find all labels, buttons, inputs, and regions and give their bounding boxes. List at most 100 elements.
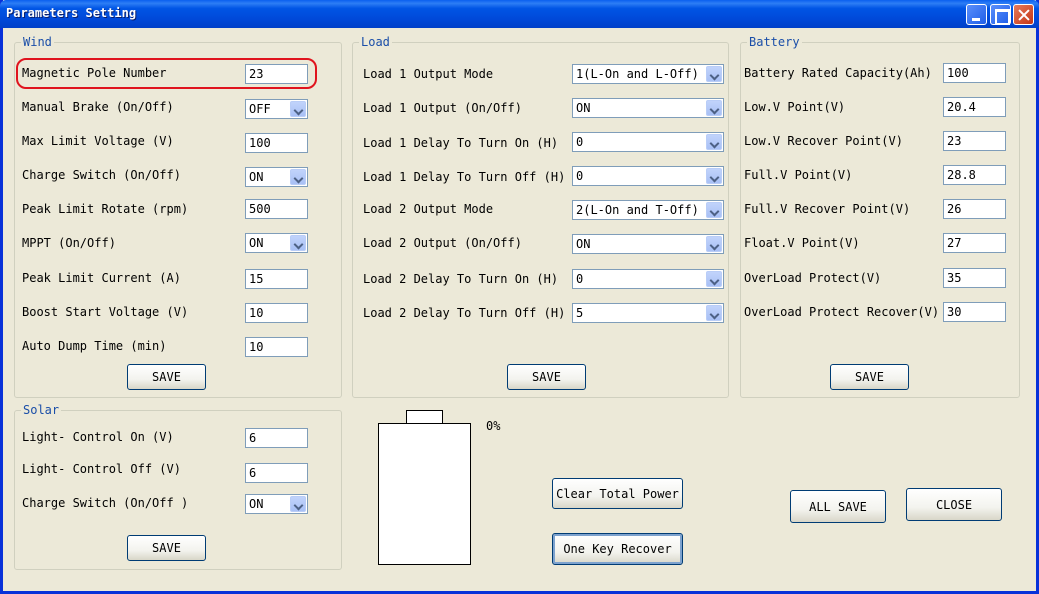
full-v-recover-label: Full.V Recover Point(V) — [744, 202, 911, 216]
rated-capacity-input[interactable]: 100 — [943, 63, 1006, 83]
load2-delay-on-value: 0 — [576, 272, 584, 286]
light-control-on-input[interactable]: 6 — [245, 428, 308, 448]
clear-total-power-button[interactable]: Clear Total Power — [552, 478, 683, 509]
maximize-icon[interactable] — [990, 4, 1011, 25]
load2-delay-off-select[interactable]: 5 — [572, 303, 724, 323]
light-control-off-input[interactable]: 6 — [245, 463, 308, 483]
peak-limit-rotate-input[interactable]: 500 — [245, 199, 308, 219]
battery-group: Battery — [740, 35, 1020, 398]
max-limit-voltage-label: Max Limit Voltage (V) — [22, 134, 174, 148]
boost-start-voltage-label: Boost Start Voltage (V) — [22, 305, 189, 319]
low-v-point-input[interactable]: 20.4 — [943, 97, 1006, 117]
load2-delay-off-label: Load 2 Delay To Turn Off (H) — [363, 306, 566, 320]
solar-charge-switch-select[interactable]: ON — [245, 494, 308, 514]
chevron-down-icon[interactable] — [290, 101, 306, 117]
mppt-label: MPPT (On/Off) — [22, 236, 116, 250]
load1-output-mode-select[interactable]: 1(L-On and L-Off) — [572, 64, 724, 84]
manual-brake-select[interactable]: OFF — [245, 99, 308, 119]
window-title: Parameters Setting — [6, 6, 137, 20]
all-save-button[interactable]: ALL SAVE — [790, 490, 886, 523]
wind-group-title: Wind — [21, 35, 54, 49]
mppt-value: ON — [249, 236, 264, 250]
float-v-point-label: Float.V Point(V) — [744, 236, 860, 250]
chevron-down-icon[interactable] — [706, 66, 722, 82]
low-v-point-label: Low.V Point(V) — [744, 100, 846, 114]
load2-output-label: Load 2 Output (On/Off) — [363, 236, 522, 250]
magnetic-pole-number-label: Magnetic Pole Number — [22, 66, 167, 80]
load2-delay-off-value: 5 — [576, 306, 584, 320]
wind-charge-switch-select[interactable]: ON — [245, 167, 308, 187]
chevron-down-icon[interactable] — [706, 100, 722, 116]
auto-dump-time-label: Auto Dump Time (min) — [22, 339, 167, 353]
chevron-down-icon[interactable] — [290, 496, 306, 512]
chevron-down-icon[interactable] — [706, 236, 722, 252]
solar-charge-switch-value: ON — [249, 497, 264, 511]
overload-protect-recover-input[interactable]: 30 — [943, 302, 1006, 322]
wind-charge-switch-label: Charge Switch (On/Off) — [22, 168, 181, 182]
manual-brake-value: OFF — [249, 102, 271, 116]
peak-limit-current-label: Peak Limit Current (A) — [22, 271, 181, 285]
wind-save-button[interactable]: SAVE — [127, 364, 206, 390]
full-v-recover-input[interactable]: 26 — [943, 199, 1006, 219]
overload-protect-recover-label: OverLoad Protect Recover(V) — [744, 305, 940, 319]
low-v-recover-input[interactable]: 23 — [943, 131, 1006, 151]
chevron-down-icon[interactable] — [706, 305, 722, 321]
overload-protect-label: OverLoad Protect(V) — [744, 271, 882, 285]
load2-delay-on-label: Load 2 Delay To Turn On (H) — [363, 272, 559, 286]
battery-percent-label: 0% — [486, 419, 501, 433]
auto-dump-time-input[interactable]: 10 — [245, 337, 308, 357]
load2-output-mode-select[interactable]: 2(L-On and T-Off) — [572, 200, 724, 220]
one-key-recover-button[interactable]: One Key Recover — [552, 533, 683, 565]
battery-save-button[interactable]: SAVE — [830, 364, 909, 390]
load1-output-mode-value: 1(L-On and L-Off) — [576, 67, 699, 81]
chevron-down-icon[interactable] — [706, 134, 722, 150]
chevron-down-icon[interactable] — [290, 169, 306, 185]
load2-output-value: ON — [576, 237, 591, 251]
rated-capacity-label: Battery Rated Capacity(Ah) — [744, 66, 932, 80]
load-group: Load — [352, 35, 729, 398]
solar-group-title: Solar — [21, 403, 62, 417]
chevron-down-icon[interactable] — [706, 168, 722, 184]
load2-output-mode-label: Load 2 Output Mode — [363, 202, 494, 216]
title-bar[interactable]: Parameters Setting — [0, 0, 1039, 28]
load2-output-select[interactable]: ON — [572, 234, 724, 254]
load1-delay-off-label: Load 1 Delay To Turn Off (H) — [363, 170, 566, 184]
light-control-off-label: Light- Control Off (V) — [22, 462, 181, 476]
close-button[interactable]: CLOSE — [906, 488, 1002, 521]
load1-output-select[interactable]: ON — [572, 98, 724, 118]
load1-delay-on-label: Load 1 Delay To Turn On (H) — [363, 136, 559, 150]
light-control-on-label: Light- Control On (V) — [22, 430, 174, 444]
solar-save-button[interactable]: SAVE — [127, 535, 206, 561]
full-v-point-label: Full.V Point(V) — [744, 168, 853, 182]
load1-output-label: Load 1 Output (On/Off) — [363, 101, 522, 115]
chevron-down-icon[interactable] — [290, 235, 306, 251]
mppt-select[interactable]: ON — [245, 233, 308, 253]
wind-charge-switch-value: ON — [249, 170, 264, 184]
boost-start-voltage-input[interactable]: 10 — [245, 303, 308, 323]
load-group-title: Load — [359, 35, 392, 49]
load1-delay-on-select[interactable]: 0 — [572, 132, 724, 152]
overload-protect-input[interactable]: 35 — [943, 268, 1006, 288]
chevron-down-icon[interactable] — [706, 271, 722, 287]
load-save-button[interactable]: SAVE — [507, 364, 586, 390]
load1-output-value: ON — [576, 101, 591, 115]
load1-output-mode-label: Load 1 Output Mode — [363, 67, 494, 81]
minimize-icon[interactable] — [966, 4, 987, 25]
peak-limit-current-input[interactable]: 15 — [245, 269, 308, 289]
battery-cap-icon — [406, 410, 443, 424]
full-v-point-input[interactable]: 28.8 — [943, 165, 1006, 185]
peak-limit-rotate-label: Peak Limit Rotate (rpm) — [22, 202, 189, 216]
load1-delay-off-select[interactable]: 0 — [572, 166, 724, 186]
load2-output-mode-value: 2(L-On and T-Off) — [576, 203, 699, 217]
load1-delay-on-value: 0 — [576, 135, 584, 149]
load2-delay-on-select[interactable]: 0 — [572, 269, 724, 289]
close-window-icon[interactable] — [1013, 4, 1034, 25]
chevron-down-icon[interactable] — [706, 202, 722, 218]
parameters-window: Parameters Setting Wind Magnetic Pole Nu… — [0, 0, 1039, 594]
battery-group-title: Battery — [747, 35, 802, 49]
magnetic-pole-number-input[interactable]: 23 — [245, 64, 308, 84]
max-limit-voltage-input[interactable]: 100 — [245, 133, 308, 153]
manual-brake-label: Manual Brake (On/Off) — [22, 100, 174, 114]
float-v-point-input[interactable]: 27 — [943, 233, 1006, 253]
load1-delay-off-value: 0 — [576, 169, 584, 183]
